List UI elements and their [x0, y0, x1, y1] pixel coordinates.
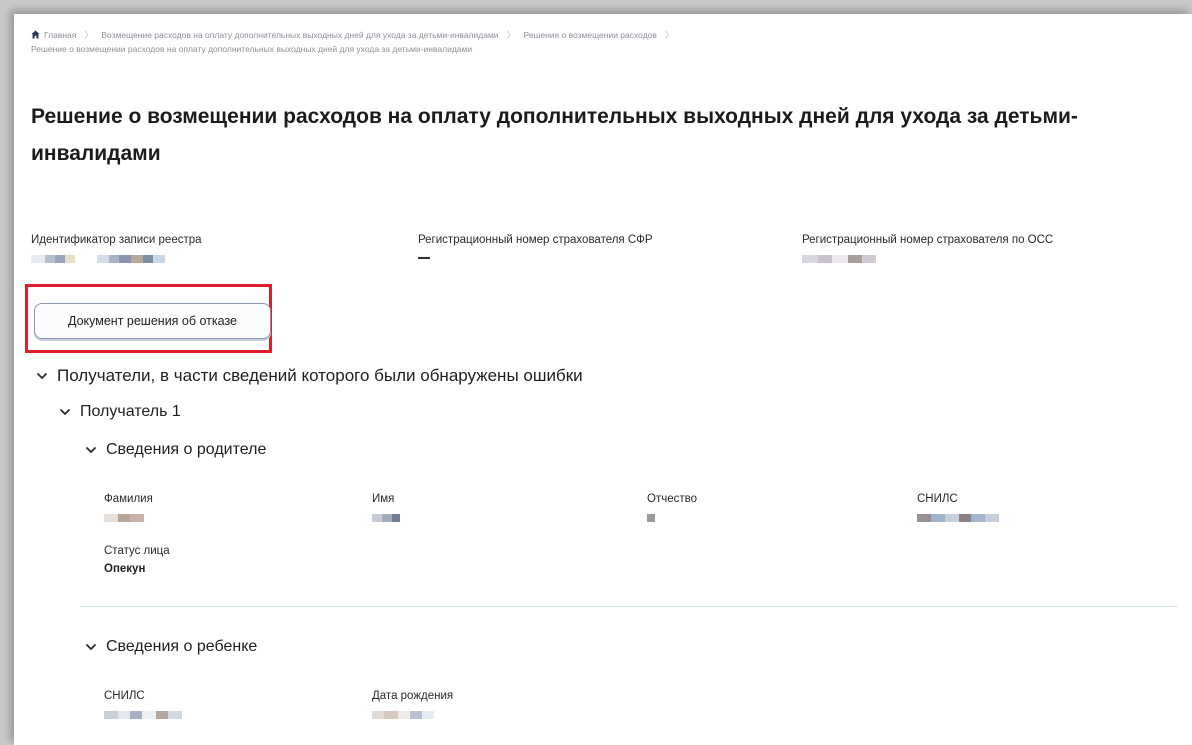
sfr-reg-number-value [418, 257, 430, 259]
recipient-1-title: Получатель 1 [80, 403, 181, 420]
recipient-1-toggle[interactable]: Получатель 1 [59, 403, 181, 421]
breadcrumb-current: Решение о возмещении расходов на оплату … [31, 44, 473, 54]
breadcrumb-separator-icon: 〉 [84, 30, 94, 40]
child-info-title: Сведения о ребенке [106, 638, 258, 655]
recipients-with-errors-toggle[interactable]: Получатели, в части сведений которого бы… [36, 366, 583, 386]
parent-name-value-redacted [372, 514, 400, 522]
breadcrumb-item-compensation[interactable]: Возмещение расходов на оплату дополнител… [101, 30, 498, 40]
breadcrumb-separator-icon: 〉 [506, 30, 516, 40]
parent-snils-value-redacted [917, 514, 999, 522]
breadcrumb-home-label: Главная [44, 30, 77, 40]
child-snils-label: СНИЛС [104, 690, 145, 702]
oss-reg-number-label: Регистрационный номер страхователя по ОС… [802, 234, 1054, 246]
refusal-document-button[interactable]: Документ решения об отказе [34, 303, 271, 339]
chevron-down-icon [59, 408, 71, 416]
parent-info-toggle[interactable]: Сведения о родителе [85, 441, 266, 459]
parent-status-value: Опекун [104, 563, 146, 575]
parent-info-title: Сведения о родителе [106, 441, 267, 458]
recipients-with-errors-title: Получатели, в части сведений которого бы… [57, 366, 583, 385]
oss-reg-number-field: Регистрационный номер страхователя по ОС… [802, 234, 1053, 268]
parent-patronymic-value-redacted [647, 514, 655, 522]
chevron-down-icon [85, 643, 97, 651]
parent-status-label: Статус лица [104, 545, 170, 557]
breadcrumb-home[interactable]: Главная [31, 30, 76, 40]
parent-status-field: Статус лица Опекун [104, 545, 170, 575]
chevron-down-icon [36, 372, 48, 380]
child-info-toggle[interactable]: Сведения о ребенке [85, 638, 257, 656]
parent-surname-field: Фамилия [104, 493, 153, 527]
child-birth-date-label: Дата рождения [372, 690, 454, 702]
breadcrumb: Главная 〉 Возмещение расходов на оплату до… [31, 28, 1171, 56]
child-snils-field: СНИЛС [104, 690, 182, 724]
record-id-value-redacted [31, 255, 165, 263]
chevron-down-icon [85, 446, 97, 454]
section-divider [80, 606, 1178, 607]
home-icon [31, 30, 40, 39]
record-id-field: Идентификатор записи реестра [31, 234, 202, 268]
record-id-label: Идентификатор записи реестра [31, 234, 202, 246]
parent-surname-value-redacted [104, 514, 144, 522]
child-birth-date-value-redacted [372, 711, 434, 719]
parent-name-field: Имя [372, 493, 400, 527]
oss-reg-number-value-redacted [802, 255, 876, 263]
parent-surname-label: Фамилия [104, 493, 153, 505]
page: Главная 〉 Возмещение расходов на оплату до… [14, 14, 1192, 745]
sfr-reg-number-label: Регистрационный номер страхователя СФР [418, 234, 653, 246]
child-snils-value-redacted [104, 711, 182, 719]
parent-snils-field: СНИЛС [917, 493, 999, 527]
parent-name-label: Имя [372, 493, 395, 505]
parent-patronymic-field: Отчество [647, 493, 697, 527]
page-title: Решение о возмещении расходов на оплату … [31, 105, 1078, 165]
parent-snils-label: СНИЛС [917, 493, 958, 505]
sfr-reg-number-field: Регистрационный номер страхователя СФР [418, 234, 653, 259]
breadcrumb-item-decisions[interactable]: Решения о возмещении расходов [524, 30, 657, 40]
child-birth-date-field: Дата рождения [372, 690, 453, 724]
breadcrumb-separator-icon: 〉 [664, 30, 674, 40]
parent-patronymic-label: Отчество [647, 493, 697, 505]
